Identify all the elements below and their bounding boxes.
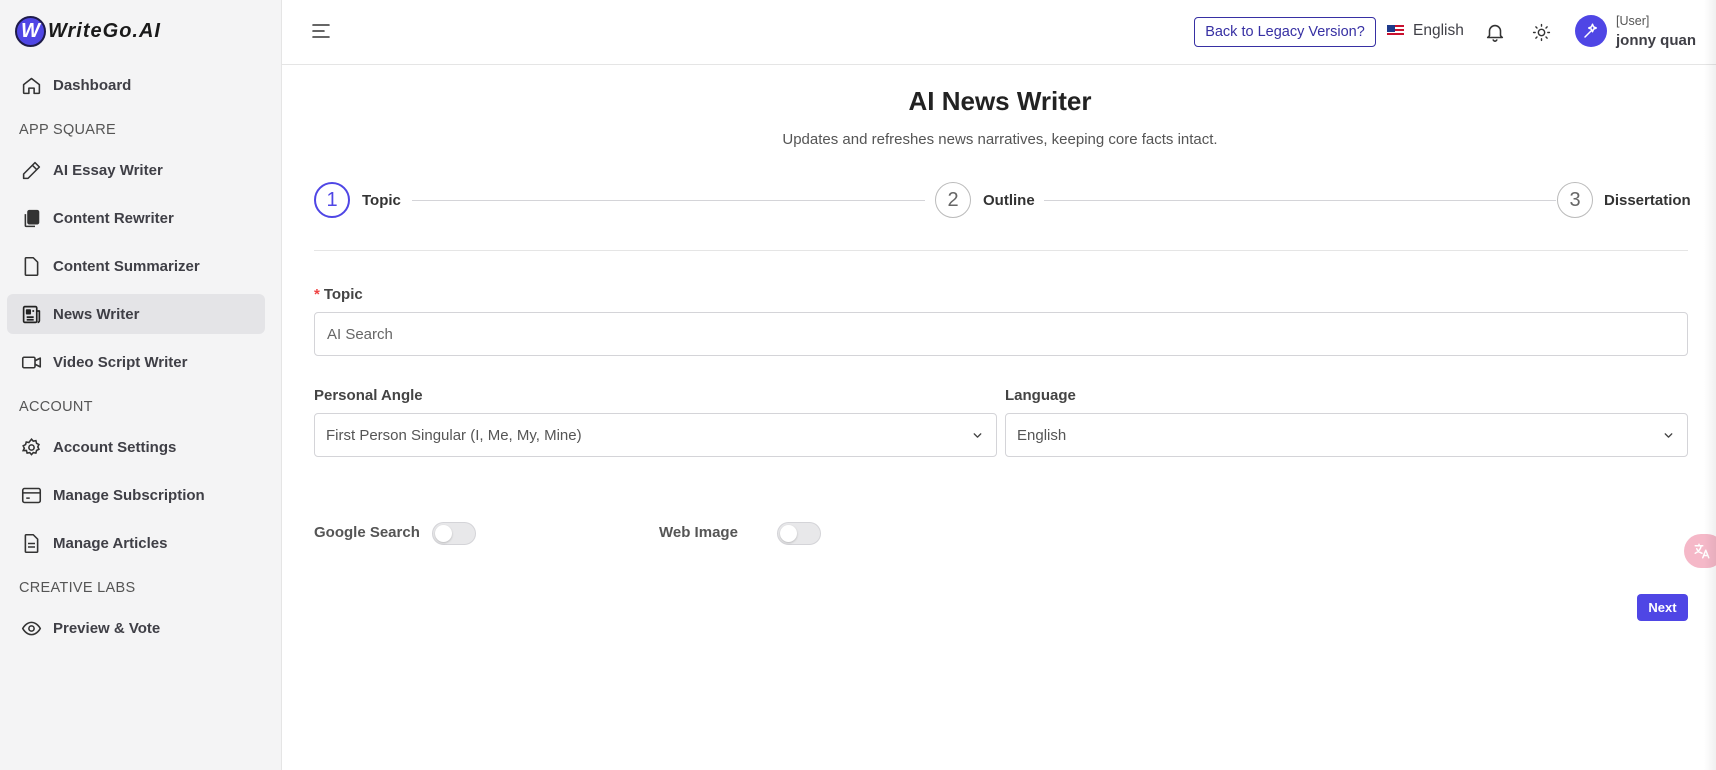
toggle-knob: [435, 525, 452, 542]
sidebar-item-label: News Writer: [53, 305, 140, 323]
user-role: [User]: [1616, 14, 1650, 28]
avatar[interactable]: [1575, 15, 1607, 47]
bell-icon[interactable]: [1484, 21, 1506, 48]
web-image-label: Web Image: [659, 524, 738, 541]
required-mark: *: [314, 286, 320, 303]
language-field-label: Language: [1005, 387, 1076, 404]
web-image-toggle[interactable]: [777, 522, 821, 545]
sidebar-item-label: Account Settings: [53, 438, 177, 456]
edge-shadow: [1704, 0, 1716, 770]
section-label-account: ACCOUNT: [19, 399, 93, 415]
us-flag-icon: [1387, 25, 1404, 37]
pencil-icon: [20, 159, 42, 181]
video-icon: [20, 351, 42, 373]
back-to-legacy-button[interactable]: Back to Legacy Version?: [1194, 17, 1376, 47]
next-button[interactable]: Next: [1637, 594, 1688, 621]
language-label: English: [1413, 22, 1464, 39]
home-icon: [20, 74, 42, 96]
personal-angle-value: First Person Singular (I, Me, My, Mine): [326, 426, 582, 444]
topic-label-text: Topic: [323, 286, 363, 303]
sidebar-item-content-rewriter[interactable]: Content Rewriter: [7, 198, 265, 238]
top-header: Back to Legacy Version? English [User] j…: [282, 0, 1716, 65]
language-switcher[interactable]: English: [1387, 22, 1464, 40]
language-value: English: [1017, 426, 1067, 444]
page-title: AI News Writer: [908, 86, 1092, 116]
logo-text: WriteGo.AI: [48, 20, 161, 42]
google-search-label: Google Search: [314, 524, 420, 541]
step-connector: [412, 200, 925, 201]
sidebar: W WriteGo.AI Dashboard APP SQUARE AI Ess…: [0, 0, 282, 770]
sidebar-item-news-writer[interactable]: News Writer: [7, 294, 265, 334]
step-1-label: Topic: [362, 192, 401, 209]
sun-icon[interactable]: [1532, 23, 1551, 47]
section-divider: [314, 250, 1688, 251]
sidebar-item-label: Preview & Vote: [53, 619, 161, 637]
sidebar-item-label: Video Script Writer: [53, 353, 188, 371]
sidebar-item-dashboard[interactable]: Dashboard: [7, 65, 265, 105]
step-3-label: Dissertation: [1604, 192, 1691, 209]
step-1-number: 1: [314, 182, 350, 218]
sidebar-item-label: Manage Articles: [53, 534, 168, 552]
menu-toggle-icon[interactable]: [310, 20, 332, 42]
user-name[interactable]: jonny quan: [1616, 32, 1696, 49]
sidebar-item-preview-vote[interactable]: Preview & Vote: [7, 608, 265, 648]
topic-label: * Topic: [314, 286, 363, 303]
file-text-icon: [20, 532, 42, 554]
logo-badge: W: [15, 16, 46, 47]
language-select[interactable]: English: [1005, 413, 1688, 457]
sidebar-item-label: Dashboard: [53, 76, 132, 94]
sidebar-item-content-summarizer[interactable]: Content Summarizer: [7, 246, 265, 286]
topic-input[interactable]: [314, 312, 1688, 356]
card-icon: [20, 484, 42, 506]
sidebar-item-manage-subscription[interactable]: Manage Subscription: [7, 475, 265, 515]
sidebar-item-label: Content Summarizer: [53, 257, 200, 275]
sidebar-item-manage-articles[interactable]: Manage Articles: [7, 523, 265, 563]
step-3-number: 3: [1557, 182, 1593, 218]
document-icon: [20, 255, 42, 277]
eye-icon: [20, 617, 42, 639]
personal-angle-label: Personal Angle: [314, 387, 423, 404]
sidebar-item-ai-essay-writer[interactable]: AI Essay Writer: [7, 150, 265, 190]
sidebar-item-account-settings[interactable]: Account Settings: [7, 427, 265, 467]
sidebar-item-video-script-writer[interactable]: Video Script Writer: [7, 342, 265, 382]
sidebar-item-label: AI Essay Writer: [53, 161, 163, 179]
brand-logo[interactable]: W WriteGo.AI: [15, 16, 161, 47]
newspaper-icon: [20, 303, 42, 325]
copy-icon: [20, 207, 42, 229]
toggle-knob: [780, 525, 797, 542]
chevron-down-icon: [971, 429, 984, 446]
gear-icon: [20, 436, 42, 458]
step-2-label: Outline: [983, 192, 1035, 209]
google-search-toggle[interactable]: [432, 522, 476, 545]
page-subtitle: Updates and refreshes news narratives, k…: [782, 131, 1218, 148]
section-label-creative-labs: CREATIVE LABS: [19, 580, 136, 596]
chevron-down-icon: [1662, 429, 1675, 446]
section-label-app-square: APP SQUARE: [19, 122, 117, 138]
personal-angle-select[interactable]: First Person Singular (I, Me, My, Mine): [314, 413, 997, 457]
step-connector: [1044, 200, 1556, 201]
sidebar-item-label: Content Rewriter: [53, 209, 174, 227]
step-2-number: 2: [935, 182, 971, 218]
sidebar-item-label: Manage Subscription: [53, 486, 205, 504]
